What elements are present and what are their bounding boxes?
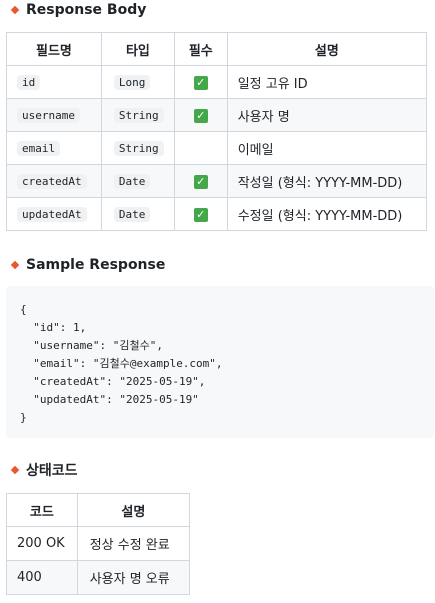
field-type: String [113,140,164,156]
header-description: 설명 [226,32,428,66]
response-body-heading: Response Body [10,0,146,20]
table-row: email String 이메일 [6,131,428,165]
status-codes-table: 코드 설명 200 OK 정상 수정 완료 400 사용자 명 오류 [6,493,191,595]
field-type: String [113,107,164,123]
code-line: "updatedAt": "2025-05-19" [20,393,199,406]
response-body-title: Response Body [26,2,147,18]
field-description: 일정 고유 ID [226,65,428,99]
field-description: 이메일 [226,131,428,165]
table-row: updatedAt Date ✓ 수정일 (형식: YYYY-MM-DD) [6,197,428,231]
sample-response-title: Sample Response [26,257,166,273]
field-description: 사용자 명 [226,98,428,132]
status-codes-heading: 상태코드 [10,460,78,480]
table-row: id Long ✓ 일정 고유 ID [6,65,428,99]
response-body-table: 필드명 타입 필수 설명 id Long ✓ 일정 고유 ID username… [6,32,428,231]
status-description: 정상 수정 완료 [76,526,191,561]
field-description: 작성일 (형식: YYYY-MM-DD) [226,164,428,198]
header-code: 코드 [6,493,78,527]
field-name: email [17,140,61,156]
check-icon: ✓ [193,174,208,189]
field-name: createdAt [17,173,87,189]
field-type: Date [113,206,151,222]
code-line: "username": "김철수", [20,339,163,352]
code-line: { [20,303,27,316]
sample-response-heading: Sample Response [10,255,165,275]
status-code: 200 OK [6,526,78,561]
required-empty-cell [173,131,228,165]
field-description: 수정일 (형식: YYYY-MM-DD) [226,197,428,231]
status-description: 사용자 명 오류 [76,560,191,595]
field-name: username [17,107,80,123]
header-description: 설명 [76,493,191,527]
code-line: } [20,411,27,424]
check-icon: ✓ [193,108,208,123]
code-line: "createdAt": "2025-05-19", [20,375,206,388]
field-name: updatedAt [17,206,87,222]
diamond-bullet-icon [10,260,20,270]
header-required: 필수 [173,32,228,66]
header-type: 타입 [100,32,175,66]
table-row: 200 OK 정상 수정 완료 [6,526,191,561]
field-type: Long [113,74,151,90]
check-icon: ✓ [193,75,208,90]
code-line: "id": 1, [20,321,87,334]
header-field-name: 필드명 [6,32,102,66]
status-code: 400 [6,560,78,595]
diamond-bullet-icon [10,5,20,15]
table-row: 400 사용자 명 오류 [6,560,191,595]
diamond-bullet-icon [10,465,20,475]
table-row: username String ✓ 사용자 명 [6,98,428,132]
field-type: Date [113,173,151,189]
table-row: createdAt Date ✓ 작성일 (형식: YYYY-MM-DD) [6,164,428,198]
status-codes-title: 상태코드 [26,463,78,479]
json-code-block: { "id": 1, "username": "김철수", "email": "… [6,286,434,438]
code-line: "email": "김철수@example.com", [20,357,223,370]
field-name: id [17,74,41,90]
check-icon: ✓ [193,207,208,222]
